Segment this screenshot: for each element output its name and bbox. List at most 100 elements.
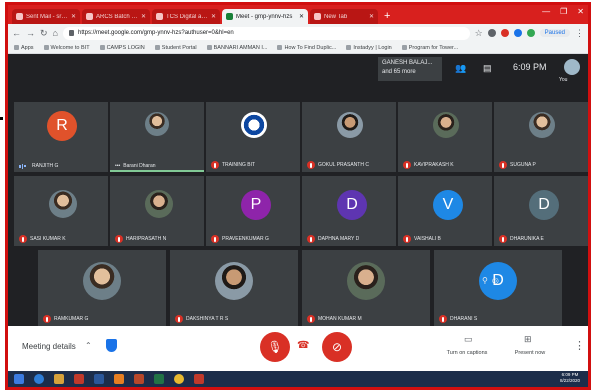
tray-date: 8/22/2020 (559, 378, 580, 383)
ie-icon[interactable] (34, 374, 44, 384)
minimize-icon[interactable]: — (542, 7, 550, 16)
window-controls: — ❐ ✕ (542, 7, 584, 16)
bookmark-item[interactable]: Student Portal (154, 45, 197, 51)
tab-tcs[interactable]: TCS Digital and Ninja Training...✕ (152, 9, 220, 24)
mic-off-icon (19, 235, 27, 243)
tab-gmail[interactable]: Sent Mail - srividya@kalasaly...✕ (12, 9, 80, 24)
participant-tile[interactable]: SUGUNA P (494, 102, 588, 172)
mute-participant-icon[interactable]: ◎ (492, 276, 499, 285)
chrome-icon[interactable] (174, 374, 184, 384)
participant-tile[interactable]: RAMKUMAR G (38, 250, 166, 326)
bookmark-item[interactable]: BANNARI AMMAN I... (206, 45, 267, 51)
participant-tile[interactable]: V VAISHALI B (398, 176, 492, 246)
bookmark-item[interactable]: Welcome to BIT (43, 45, 90, 51)
word-icon[interactable] (94, 374, 104, 384)
close-icon[interactable]: ✕ (141, 13, 146, 20)
bookmarks-bar: Apps Welcome to BIT CAMPS LOGIN Student … (8, 42, 588, 54)
gmail-icon (16, 13, 23, 20)
app-icon[interactable] (194, 374, 204, 384)
avatar: V (433, 190, 463, 220)
shield-icon[interactable] (106, 339, 117, 352)
chat-icon[interactable]: ▤ (483, 63, 492, 74)
close-icon[interactable]: ✕ (211, 13, 216, 20)
avatar (241, 112, 267, 138)
home-icon[interactable]: ⌂ (53, 28, 58, 38)
avatar (347, 262, 385, 300)
mic-toggle-button[interactable]: 🎙 (260, 332, 290, 362)
forward-icon[interactable]: → (26, 28, 35, 38)
bookmark-icon (43, 45, 49, 50)
folder-icon[interactable] (54, 374, 64, 384)
back-icon[interactable]: ← (12, 28, 21, 38)
active-speaker-indicator (110, 170, 204, 172)
participant-name: SASI KUMAR K (30, 236, 66, 242)
captions-button[interactable]: Turn on captions (442, 350, 492, 356)
star-icon[interactable]: ☆ (475, 28, 483, 39)
self-avatar[interactable] (564, 59, 580, 75)
participant-tile[interactable]: ••• Barani Dharan (110, 102, 204, 172)
extension-icon[interactable] (513, 29, 522, 37)
close-icon[interactable]: ✕ (71, 13, 76, 20)
people-icon[interactable]: 👥 (455, 63, 466, 74)
mic-off-icon (439, 315, 447, 323)
participant-tile[interactable]: R RANJITH G (14, 102, 108, 172)
presenter-extra: and 65 more (382, 69, 416, 75)
tab-meet[interactable]: Meet - gmp-ynnv-hzs ✕ (222, 9, 308, 24)
tab-newtab[interactable]: New Tab ✕ (310, 9, 378, 24)
reload-icon[interactable]: ↻ (40, 28, 48, 39)
participant-name: SUGUNA P (510, 162, 536, 168)
present-icon[interactable]: ⊞ (524, 334, 532, 345)
presenter-summary[interactable]: GANESH BALAJ... and 65 more (378, 57, 442, 81)
present-button[interactable]: Present now (508, 350, 552, 356)
speaking-icon (19, 163, 29, 169)
avatar: R (47, 111, 77, 141)
app-icon[interactable] (114, 374, 124, 384)
start-icon[interactable] (14, 374, 24, 384)
browser-menu-icon[interactable]: ⋮ (575, 28, 584, 39)
participant-tile[interactable]: KAVIPRAKASH K (398, 102, 492, 172)
close-window-icon[interactable]: ✕ (577, 7, 584, 16)
bookmark-item[interactable]: Instadyy | Login (346, 45, 392, 51)
participant-tile[interactable]: D DAPHNA MARY D (302, 176, 396, 246)
participant-tile[interactable]: D ⚲ ◎ DHARANI S (434, 250, 562, 326)
excel-icon[interactable] (154, 374, 164, 384)
new-tab-button[interactable]: + (384, 10, 390, 22)
close-icon[interactable]: ✕ (369, 13, 374, 20)
camera-toggle-button[interactable]: ⊘ (322, 332, 352, 362)
participant-tile[interactable]: DAKSHINYA T R S (170, 250, 298, 326)
bookmark-item[interactable]: How To Find Duplic... (277, 45, 336, 51)
avatar (337, 112, 363, 138)
participant-tile[interactable]: MOHAN KUMAR M (302, 250, 430, 326)
tab-batch[interactable]: ARCS Batch 2 T.E Quantitive Tran...✕ (82, 9, 150, 24)
meeting-details-button[interactable]: Meeting details (22, 342, 76, 351)
participant-tile[interactable]: SASI KUMAR K (14, 176, 108, 246)
powerpoint-icon[interactable] (134, 374, 144, 384)
bookmark-item[interactable]: CAMPS LOGIN (99, 45, 145, 51)
bookmark-item[interactable]: Apps (14, 45, 34, 51)
address-bar[interactable]: https://meet.google.com/gmp-ynnv-hzs?aut… (62, 26, 470, 40)
avatar: D (529, 190, 559, 220)
apps-icon (14, 45, 19, 50)
close-icon[interactable]: ✕ (299, 13, 304, 20)
participant-tile[interactable]: TRAINING BIT (206, 102, 300, 172)
mic-off-icon (211, 161, 219, 169)
avatar (145, 190, 173, 218)
profile-paused-button[interactable]: Paused (539, 29, 570, 37)
mic-off-icon (499, 235, 507, 243)
chevron-up-icon[interactable]: ⌃ (85, 341, 92, 350)
extension-icon[interactable] (487, 29, 496, 37)
pin-icon[interactable]: ⚲ (482, 276, 488, 285)
bookmark-item[interactable]: Program for Tower... (401, 45, 458, 51)
participant-name: DAPHNA MARY D (318, 236, 360, 242)
more-icon[interactable]: ⋮ (574, 339, 585, 352)
captions-icon[interactable]: ▭ (464, 334, 473, 345)
participant-tile[interactable]: D DHARUNIKA E (494, 176, 588, 246)
participant-tile[interactable]: HARIPRASATH N (110, 176, 204, 246)
hangup-icon[interactable]: ☎ (297, 340, 309, 351)
participant-tile[interactable]: P PRAVEENKUMAR G (206, 176, 300, 246)
extension-icon[interactable] (526, 29, 535, 37)
media-icon[interactable] (74, 374, 84, 384)
participant-tile[interactable]: GOKUL PRASANTH C (302, 102, 396, 172)
extension-icon[interactable] (500, 29, 509, 37)
maximize-icon[interactable]: ❐ (560, 7, 567, 16)
